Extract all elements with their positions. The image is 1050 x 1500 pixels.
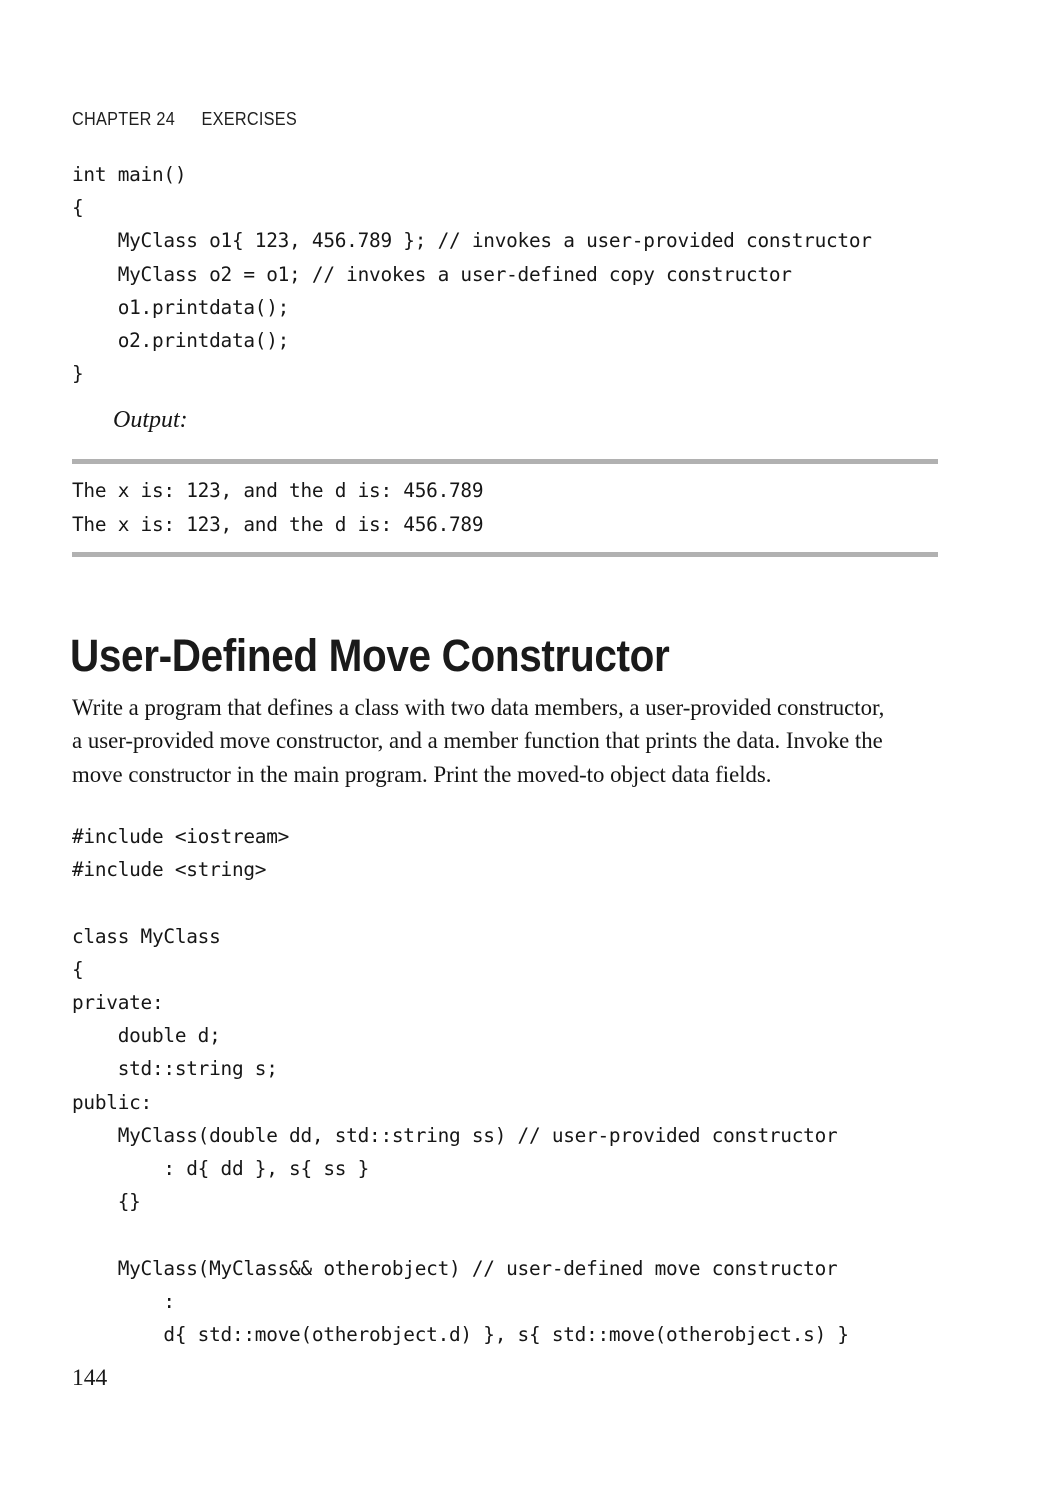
code-block-class: #include <iostream> #include <string> cla…	[72, 820, 849, 1351]
code-line: o1.printdata();	[72, 295, 290, 319]
code-line: std::string s;	[72, 1057, 278, 1081]
code-line: {	[72, 196, 84, 220]
running-head-chapter: CHAPTER 24	[72, 108, 176, 129]
section-paragraph: Write a program that defines a class wit…	[72, 694, 885, 788]
code-line: :	[72, 1289, 175, 1313]
code-line: double d;	[72, 1024, 221, 1048]
code-line: public:	[72, 1090, 152, 1114]
code-line: : d{ dd }, s{ ss }	[72, 1157, 370, 1181]
code-line: {}	[72, 1190, 141, 1214]
code-line: int main()	[72, 163, 187, 186]
code-line: {	[72, 957, 84, 981]
code-block-main: int main() { MyClass o1{ 123, 456.789 }; …	[72, 158, 872, 390]
code-line: MyClass(double dd, std::string ss) // us…	[72, 1123, 838, 1147]
section-heading: User-Defined Move Constructor	[70, 630, 670, 682]
running-head: CHAPTER 24 EXERCISES	[72, 108, 297, 130]
code-line: #include <iostream>	[72, 825, 290, 848]
output-line: The x is: 123, and the d is: 456.789	[72, 512, 484, 536]
code-line: d{ std::move(otherobject.d) }, s{ std::m…	[72, 1323, 849, 1347]
code-line: private:	[72, 991, 164, 1015]
output-line: The x is: 123, and the d is: 456.789	[72, 479, 484, 502]
output-label: Output:	[113, 407, 188, 433]
code-line: }	[72, 362, 84, 386]
output-text: The x is: 123, and the d is: 456.789 The …	[72, 464, 938, 552]
output-rule-bottom	[72, 552, 938, 557]
code-line: #include <string>	[72, 858, 267, 882]
output-box: The x is: 123, and the d is: 456.789 The …	[72, 459, 938, 557]
code-line: MyClass o1{ 123, 456.789 }; // invokes a…	[72, 229, 872, 253]
code-line: MyClass o2 = o1; // invokes a user-defin…	[72, 262, 792, 286]
code-line: o2.printdata();	[72, 329, 290, 353]
code-line: class MyClass	[72, 924, 221, 948]
page-number: 144	[72, 1365, 108, 1391]
code-line: MyClass(MyClass&& otherobject) // user-d…	[72, 1256, 838, 1280]
book-page: CHAPTER 24 EXERCISES int main() { MyClass …	[0, 0, 1050, 1500]
running-head-section: EXERCISES	[201, 108, 298, 129]
